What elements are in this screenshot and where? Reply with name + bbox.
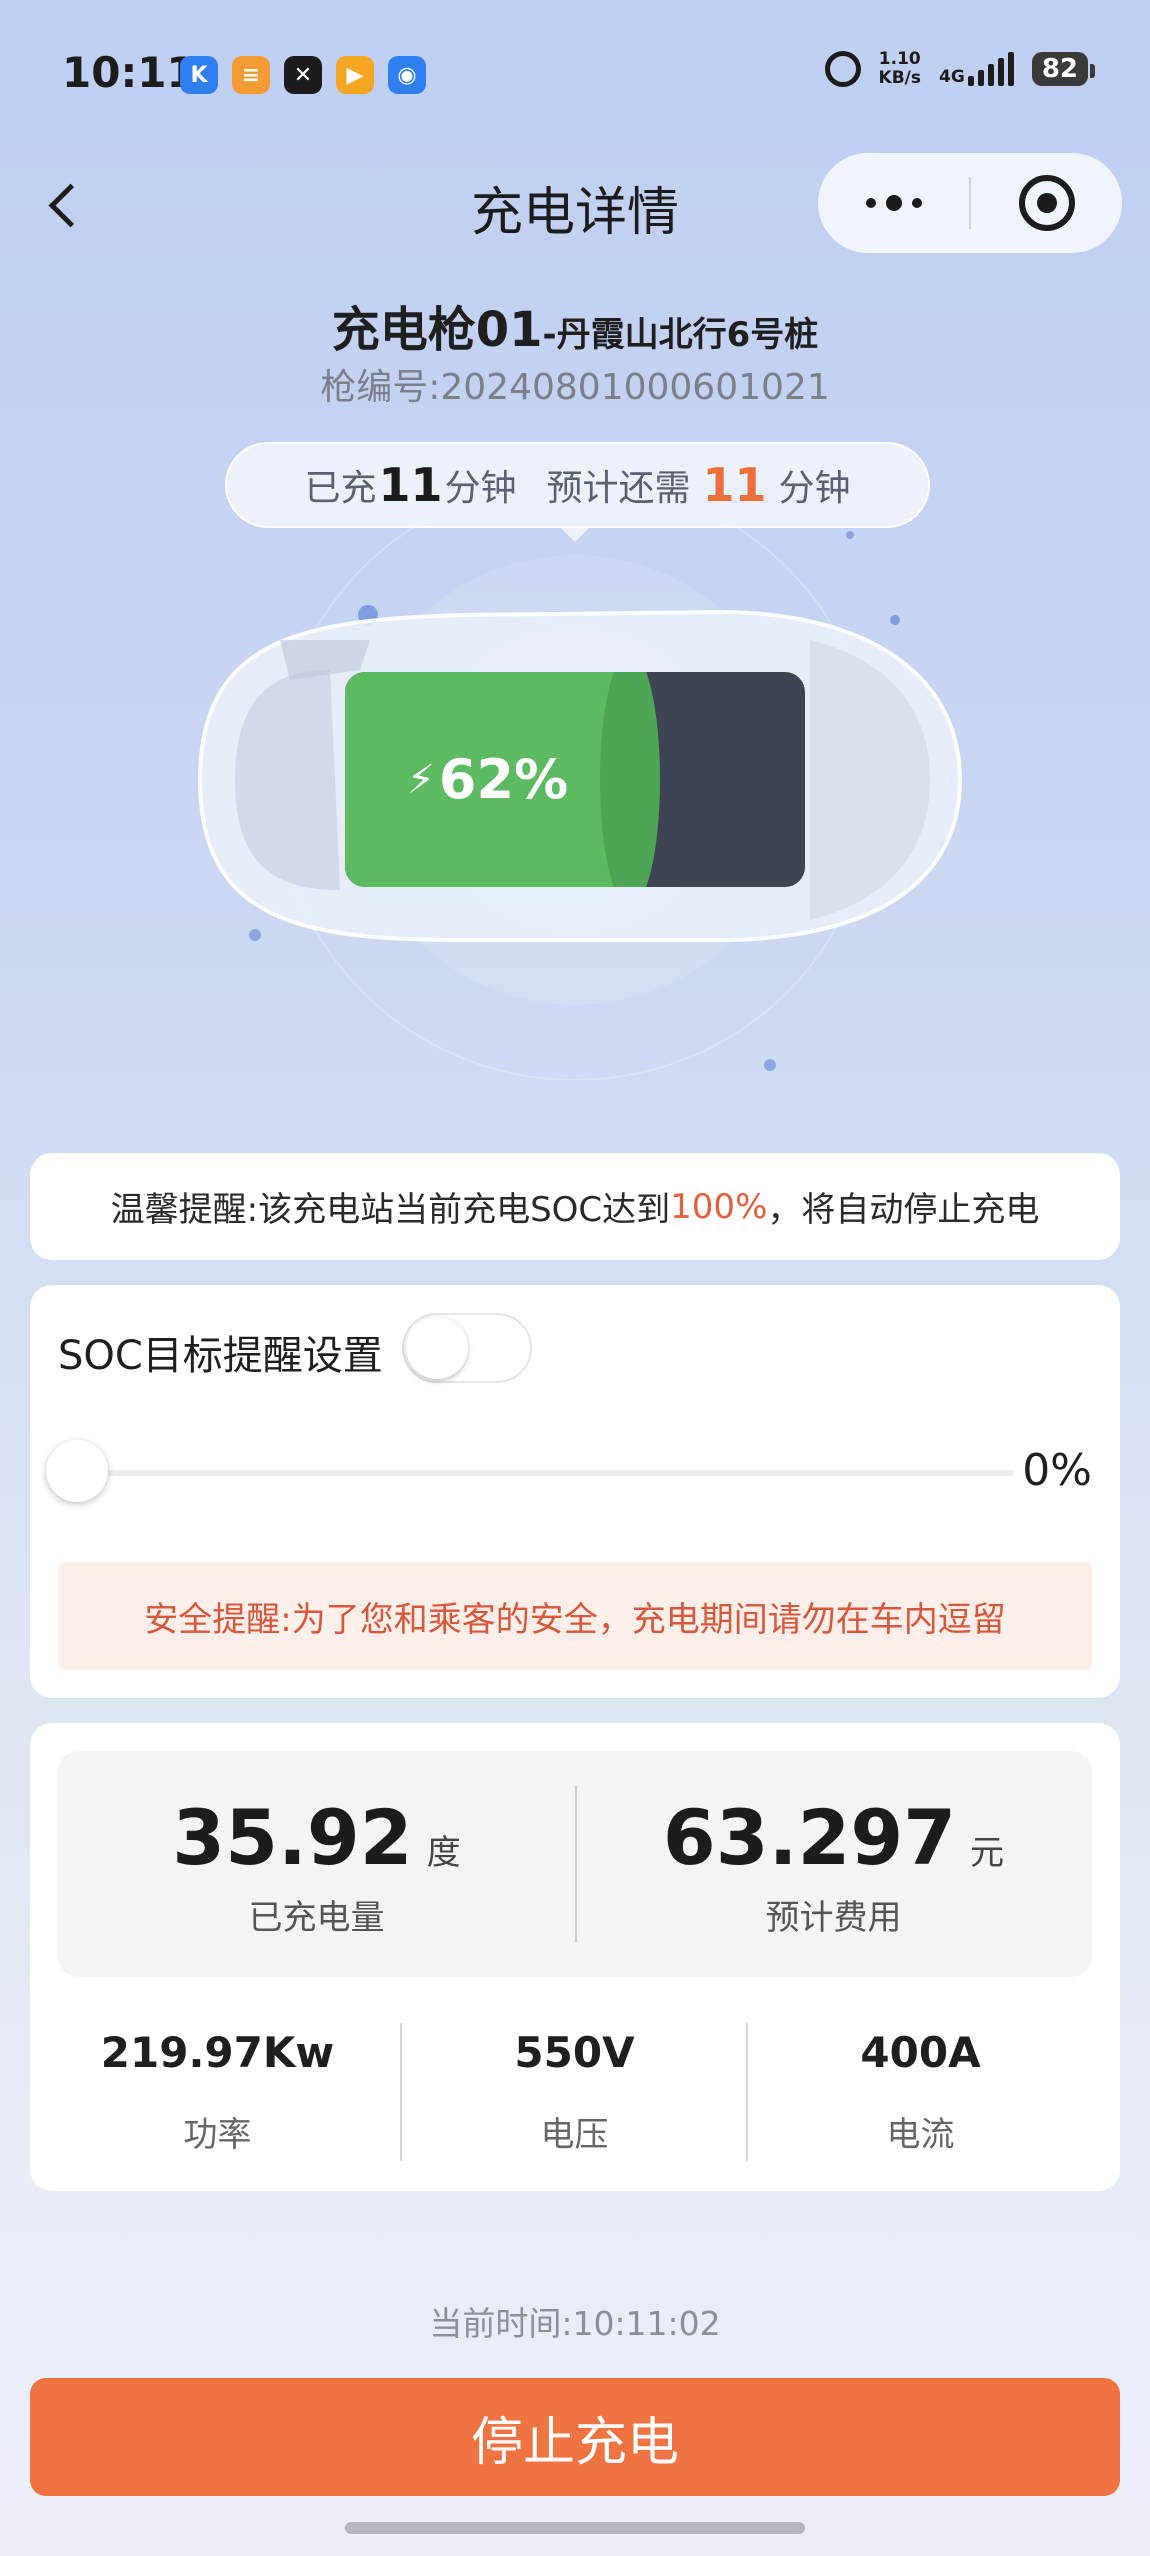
remaining-minutes: 11 — [702, 458, 767, 512]
target-icon — [1018, 175, 1075, 231]
signal-group: 4G — [939, 52, 1014, 86]
safety-notice: 安全提醒:为了您和乘客的安全，充电期间请勿在车内逗留 — [58, 1562, 1092, 1670]
soc-slider-thumb[interactable] — [46, 1440, 108, 1502]
status-app-icons: K ≡ ✕ ▶ ◉ — [180, 56, 426, 94]
signal-icon — [967, 52, 1014, 86]
soc-setting-label: SOC目标提醒设置 — [58, 1333, 383, 1379]
battery-percent: 62% — [438, 748, 569, 811]
current-label: 电流 — [886, 2115, 955, 2155]
energy-label: 已充电量 — [248, 1898, 385, 1938]
network-type: 4G — [939, 67, 965, 87]
cost-value: 63.297 — [662, 1793, 957, 1882]
gun-location: -丹霞山北行6号桩 — [542, 315, 819, 355]
power-value: 219.97Kw — [100, 2028, 335, 2077]
stop-charging-button[interactable]: 停止充电 — [30, 2378, 1120, 2496]
mini-program-capsule — [818, 153, 1122, 253]
status-time: 10:11 — [62, 48, 196, 97]
network-speed: 1.10 KB/s — [878, 49, 922, 88]
power-stat: 219.97Kw 功率 — [45, 2028, 390, 2156]
battery-indicator: 82 — [1031, 52, 1096, 86]
charged-minutes: 11 — [378, 458, 443, 512]
soc-setting-card: SOC目标提醒设置 0% 安全提醒:为了您和乘客的安全，充电期间请勿在车内逗留 — [30, 1285, 1120, 1698]
charge-time-pill: 已充 11 分钟 预计还需 11 分钟 — [225, 442, 930, 528]
status-indicators: 1.10 KB/s 4G 82 — [824, 49, 1096, 88]
app-capcut-icon: ✕ — [284, 56, 322, 94]
gun-number: 枪编号:20240801000601021 — [320, 367, 830, 408]
soc-slider-track[interactable] — [78, 1470, 1014, 1476]
lightning-icon: ⚡ — [406, 756, 435, 803]
charging-stats-card: 35.92 度 已充电量 63.297 元 预计费用 219.97Kw 功率 550… — [30, 1723, 1120, 2191]
alarm-icon — [824, 51, 861, 87]
power-label: 功率 — [183, 2115, 252, 2155]
current-time: 当前时间:10:11:02 — [429, 2304, 721, 2343]
energy-stat: 35.92 度 已充电量 — [58, 1793, 575, 1939]
home-indicator[interactable] — [345, 2522, 805, 2534]
more-button[interactable] — [818, 195, 969, 211]
app-k-icon: K — [180, 56, 218, 94]
warm-tip: 温馨提醒:该充电站当前充电SOC达到 100% ，将自动停止充电 — [30, 1153, 1120, 1260]
gun-name: 充电枪01 — [331, 302, 543, 358]
app-broadcast-icon: ◉ — [388, 56, 426, 94]
app-orange-icon: ≡ — [232, 56, 270, 94]
voltage-label: 电压 — [540, 2115, 609, 2155]
cost-stat: 63.297 元 预计费用 — [575, 1793, 1092, 1939]
current-stat: 400A 电流 — [748, 2028, 1093, 2156]
soc-reminder-toggle[interactable] — [402, 1313, 532, 1383]
voltage-stat: 550V 电压 — [402, 2028, 747, 2156]
app-play-icon: ▶ — [336, 56, 374, 94]
voltage-value: 550V — [514, 2028, 635, 2077]
current-value: 400A — [860, 2028, 981, 2077]
gun-title: 充电枪01-丹霞山北行6号桩 — [0, 290, 1150, 360]
soc-limit: 100% — [670, 1186, 768, 1227]
close-button[interactable] — [971, 175, 1122, 231]
soc-slider-value: 0% — [1022, 1445, 1092, 1496]
battery-gauge: ⚡ 62% — [345, 672, 805, 887]
energy-value: 35.92 — [172, 1793, 413, 1882]
cost-label: 预计费用 — [765, 1898, 902, 1938]
stats-summary: 35.92 度 已充电量 63.297 元 预计费用 — [58, 1751, 1092, 1977]
